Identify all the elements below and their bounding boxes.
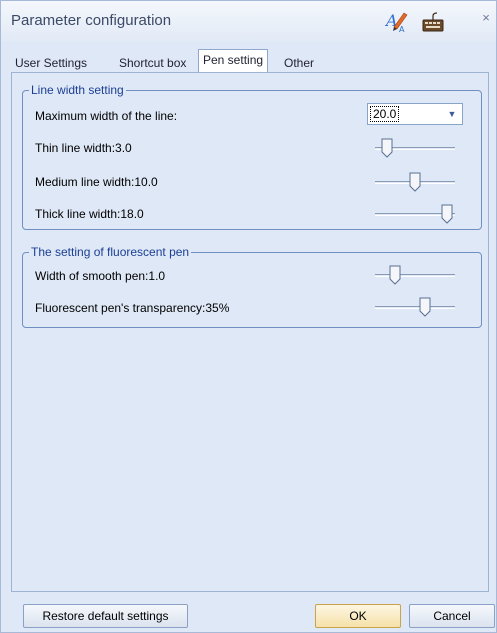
medium-width-slider[interactable] [375, 171, 455, 193]
slider-track [375, 306, 455, 309]
slider-thumb[interactable] [419, 297, 431, 317]
slider-track [375, 274, 455, 277]
max-width-dropdown[interactable]: 20.0 ▼ [367, 103, 463, 125]
slider-thumb[interactable] [409, 172, 421, 192]
fluorescent-group-title: The setting of fluorescent pen [29, 245, 192, 259]
thin-width-slider[interactable] [375, 137, 455, 159]
tab-pen-setting[interactable]: Pen setting [198, 49, 269, 73]
fluorescent-pen-group: The setting of fluorescent pen Width of … [22, 245, 482, 328]
medium-width-label: Medium line width:10.0 [35, 175, 158, 189]
close-icon[interactable]: × [479, 10, 493, 26]
pen-setting-panel: Line width setting Maximum width of the … [11, 72, 489, 592]
thick-width-slider[interactable] [375, 203, 455, 225]
tab-other[interactable]: Other [280, 53, 318, 73]
ok-button[interactable]: OK [315, 604, 401, 628]
max-width-value: 20.0 [370, 106, 400, 122]
tab-strip: User Settings Shortcut box Pen setting O… [1, 47, 497, 73]
line-width-group: Line width setting Maximum width of the … [22, 83, 482, 230]
keyboard-icon[interactable] [421, 11, 445, 33]
thin-width-label: Thin line width:3.0 [35, 141, 132, 155]
chevron-down-icon[interactable]: ▼ [444, 106, 460, 122]
title-bar: Parameter configuration A A × [1, 1, 496, 41]
restore-defaults-button[interactable]: Restore default settings [23, 604, 188, 628]
svg-text:A: A [399, 25, 405, 33]
smooth-width-label: Width of smooth pen:1.0 [35, 269, 166, 283]
max-width-label: Maximum width of the line: [35, 109, 178, 123]
thick-width-label: Thick line width:18.0 [35, 207, 144, 221]
transparency-label: Fluorescent pen's transparency:35% [35, 301, 230, 315]
tab-shortcut-box[interactable]: Shortcut box [115, 53, 190, 73]
window-title: Parameter configuration [11, 12, 172, 29]
pen-settings-icon[interactable]: A A [384, 9, 409, 34]
transparency-slider[interactable] [375, 296, 455, 318]
smooth-width-slider[interactable] [375, 264, 455, 286]
tab-user-settings[interactable]: User Settings [11, 53, 91, 73]
line-width-group-title: Line width setting [29, 83, 126, 97]
slider-thumb[interactable] [441, 204, 453, 224]
parameter-configuration-window: Parameter configuration A A × User Setti… [0, 0, 497, 633]
slider-thumb[interactable] [389, 265, 401, 285]
slider-thumb[interactable] [381, 138, 393, 158]
cancel-button[interactable]: Cancel [409, 604, 495, 628]
